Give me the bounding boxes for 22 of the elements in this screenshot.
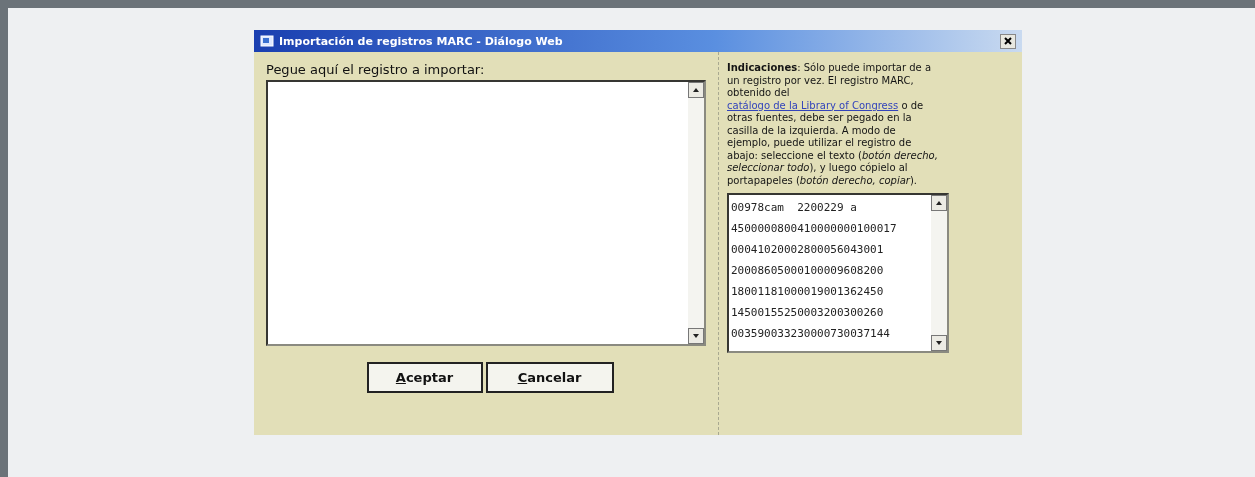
scroll-up-icon[interactable] — [688, 82, 704, 98]
record-input-field[interactable] — [266, 80, 706, 346]
scroll-up-icon[interactable] — [931, 195, 947, 211]
catalog-link[interactable]: catálogo de la Library of Congress — [727, 99, 899, 111]
scroll-down-icon[interactable] — [931, 335, 947, 351]
record-line: 20008605000100009608200 — [731, 263, 884, 279]
scroll-down-icon[interactable] — [688, 328, 704, 344]
window-title: Importación de registros MARC - Diálogo Web — [279, 34, 564, 48]
paste-label: Pegue aquí el registro a importar: — [266, 62, 486, 77]
cancel-button[interactable]: Cancelar — [485, 362, 614, 393]
record-line: 14500155250003200300260 — [731, 305, 884, 321]
record-line: 00041020002800056043001 — [731, 242, 884, 258]
sample-record-box[interactable]: 00978cam 2200229 a 4500000800410000000100017 00041020002800056043001 20008605000100009608200 18001181000019001362450 14500155250003200300260 003590033230000730037144 — [727, 193, 949, 353]
record-line: 18001181000019001362450 — [731, 284, 884, 300]
close-icon — [1004, 37, 1012, 45]
accept-button[interactable]: Aceptar — [366, 362, 483, 393]
record-line: 003590033230000730037144 — [731, 326, 890, 342]
window-icon — [260, 34, 274, 48]
record-line: 4500000800410000000100017 — [731, 221, 897, 237]
record-line: 00978cam 2200229 a — [731, 200, 857, 216]
instructions-text: Indicaciones: Sólo puede importar de a un registro por vez. El registro MARC, obtenido del catálogo de la Library of Congress o de otras fuentes, debe ser pegado en la casilla de la izquierda. A modo de ejemplo, puede utilizar el registro de abajo: seleccione el texto (botón derecho, seleccionar todo), y luego cópielo al portapapeles (botón derecho, copiar). — [727, 62, 939, 187]
close-button[interactable] — [1000, 33, 1016, 49]
